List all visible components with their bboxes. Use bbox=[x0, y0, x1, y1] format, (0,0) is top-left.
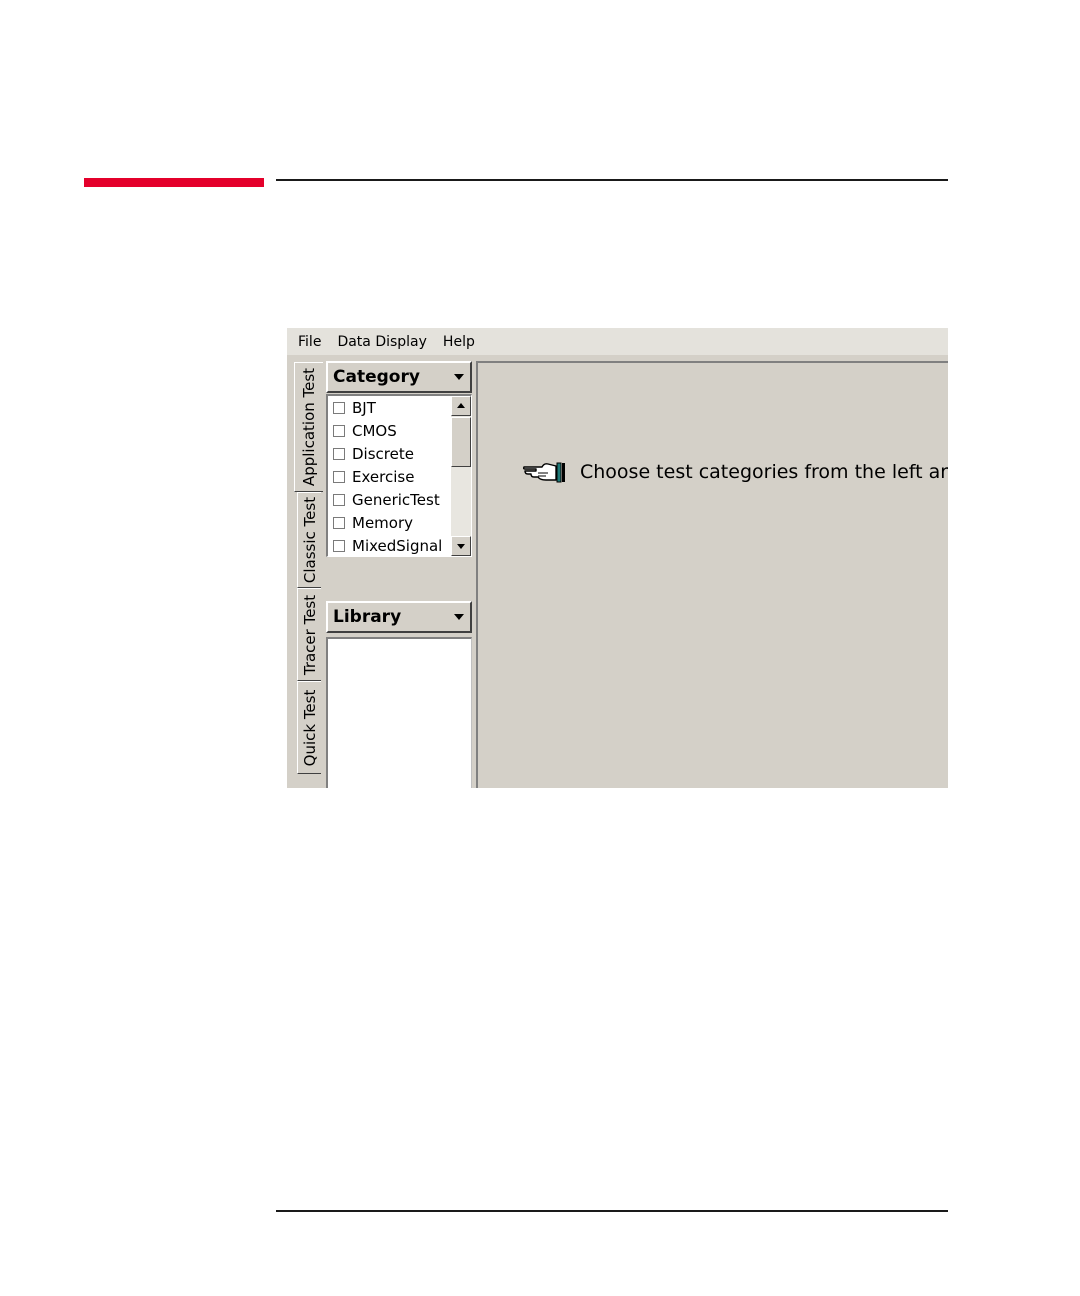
library-dropdown[interactable]: Library bbox=[326, 601, 472, 633]
category-item-discrete[interactable]: Discrete bbox=[333, 443, 414, 465]
scroll-thumb[interactable] bbox=[451, 417, 471, 467]
checkbox[interactable] bbox=[333, 540, 345, 552]
tab-classic-test[interactable]: Classic Test bbox=[297, 492, 321, 588]
scroll-up-arrow-icon[interactable] bbox=[451, 396, 471, 416]
chevron-down-icon bbox=[454, 614, 464, 620]
category-label: Discrete bbox=[352, 445, 414, 463]
checkbox[interactable] bbox=[333, 517, 345, 529]
library-list[interactable] bbox=[326, 637, 472, 788]
main-area: Choose test categories from the left are… bbox=[476, 361, 948, 788]
category-label: GenericTest bbox=[352, 491, 440, 509]
category-dropdown[interactable]: Category bbox=[326, 361, 472, 393]
category-item-cmos[interactable]: CMOS bbox=[333, 420, 397, 442]
tab-label: Tracer Test bbox=[300, 594, 319, 675]
tab-label: Classic Test bbox=[300, 496, 319, 584]
category-item-generictest[interactable]: GenericTest bbox=[333, 489, 440, 511]
accent-bar bbox=[84, 178, 264, 187]
category-item-bjt[interactable]: BJT bbox=[333, 397, 376, 419]
tab-label: Application Test bbox=[300, 367, 318, 487]
pointing-hand-icon bbox=[522, 462, 565, 483]
app-window: File Data Display Help Application Test … bbox=[287, 328, 948, 788]
checkbox[interactable] bbox=[333, 402, 345, 414]
tab-quick-test[interactable]: Quick Test bbox=[297, 681, 321, 774]
chevron-down-icon bbox=[454, 374, 464, 380]
menu-bar: File Data Display Help bbox=[287, 328, 948, 355]
header-rule bbox=[276, 179, 948, 181]
category-label: Memory bbox=[352, 514, 414, 532]
category-label: BJT bbox=[352, 399, 376, 417]
tab-application-test[interactable]: Application Test bbox=[294, 362, 323, 492]
test-mode-tabs: Application Test Classic Test Tracer Tes… bbox=[287, 355, 325, 788]
checkbox[interactable] bbox=[333, 448, 345, 460]
menu-help[interactable]: Help bbox=[435, 334, 483, 350]
category-list: BJT CMOS Discrete Exercise GenericTest M… bbox=[326, 394, 472, 557]
hint-text: Choose test categories from the left are… bbox=[580, 461, 948, 483]
category-item-memory[interactable]: Memory bbox=[333, 512, 413, 534]
category-header-label: Category bbox=[333, 367, 420, 387]
checkbox[interactable] bbox=[333, 425, 345, 437]
category-label: MixedSignal bbox=[352, 537, 443, 555]
scroll-down-arrow-icon[interactable] bbox=[451, 536, 471, 556]
library-header-label: Library bbox=[333, 607, 402, 627]
category-label: Exercise bbox=[352, 468, 415, 486]
footer-rule bbox=[276, 1210, 948, 1212]
tab-tracer-test[interactable]: Tracer Test bbox=[297, 588, 321, 681]
category-item-exercise[interactable]: Exercise bbox=[333, 466, 414, 488]
category-label: CMOS bbox=[352, 422, 397, 440]
checkbox[interactable] bbox=[333, 471, 345, 483]
left-panel: Category BJT CMOS Discrete Exercise Gene… bbox=[326, 361, 474, 788]
tab-label: Quick Test bbox=[300, 689, 319, 766]
menu-data-display[interactable]: Data Display bbox=[329, 334, 434, 350]
category-scrollbar[interactable] bbox=[451, 396, 471, 556]
hint-message: Choose test categories from the left are… bbox=[522, 458, 948, 486]
menu-file[interactable]: File bbox=[287, 334, 329, 350]
checkbox[interactable] bbox=[333, 494, 345, 506]
category-item-mixedsignal[interactable]: MixedSignal bbox=[333, 535, 443, 556]
